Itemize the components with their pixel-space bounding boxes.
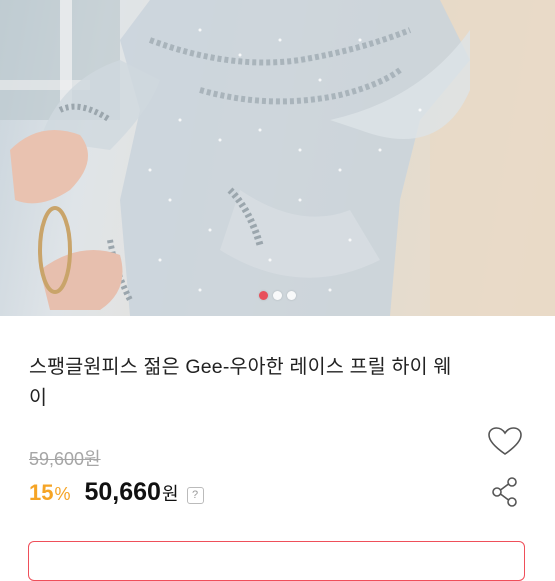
- carousel-indicator: [0, 291, 555, 300]
- question-icon[interactable]: ?: [186, 487, 204, 504]
- action-button[interactable]: [28, 541, 525, 581]
- product-title-line: 이: [29, 387, 48, 409]
- discount-rate: 15: [29, 480, 54, 505]
- product-image[interactable]: [0, 0, 555, 316]
- carousel-dot-active[interactable]: [259, 291, 268, 300]
- carousel-dot[interactable]: [287, 291, 296, 300]
- discount-percent-sign: %: [54, 484, 71, 504]
- original-price: 59,600원: [29, 449, 101, 469]
- sale-price: 50,660: [84, 478, 161, 506]
- product-title-line: 스팽글원피스 젊은 Gee-우아한 레이스 프릴 하이 웨: [29, 356, 452, 378]
- share-icon[interactable]: [491, 476, 519, 508]
- price-currency: 원: [161, 484, 179, 504]
- heart-icon[interactable]: [488, 427, 522, 457]
- product-title: 스팽글원피스 젊은 Gee-우아한 레이스 프릴 하이 웨 이: [29, 352, 529, 414]
- product-photo-illustration: [0, 0, 555, 316]
- price-row: 15 % 50,660 원 ?: [29, 478, 204, 507]
- carousel-dot[interactable]: [273, 291, 282, 300]
